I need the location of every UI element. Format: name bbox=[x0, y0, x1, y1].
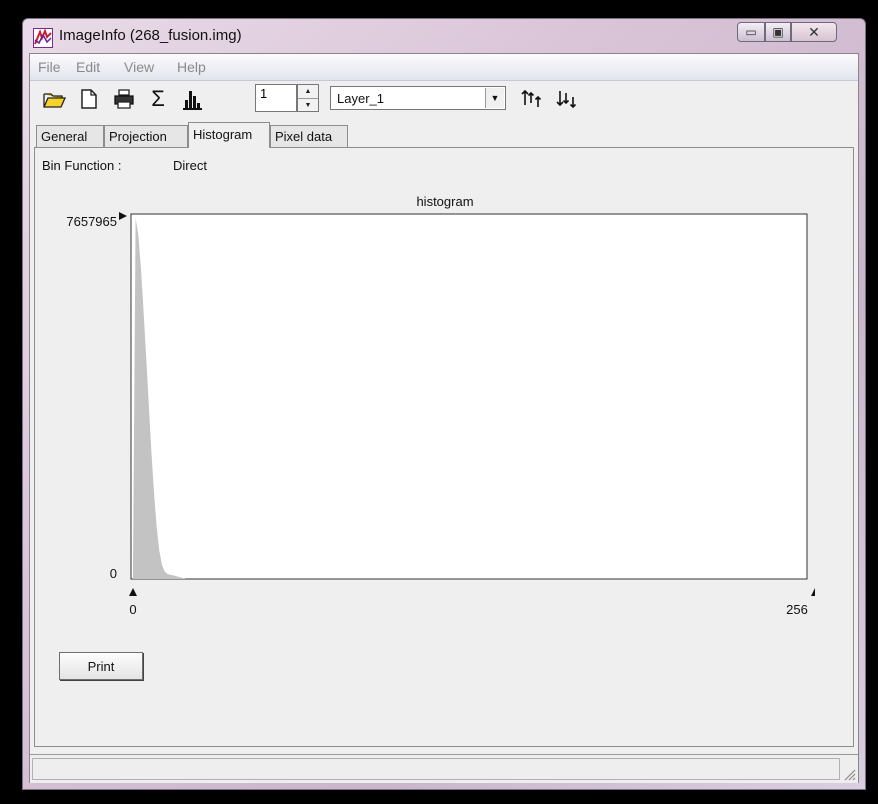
app-window: ImageInfo (268_fusion.img) ▭ ▣ ✕ File Ed… bbox=[22, 18, 866, 790]
tab-projection[interactable]: Projection bbox=[104, 125, 188, 147]
layer-select[interactable]: Layer_1 ▼ bbox=[330, 86, 506, 110]
spin-up-icon[interactable]: ▲ bbox=[298, 85, 318, 99]
histogram-panel: Bin Function : Direct histogram 7657965 … bbox=[34, 147, 854, 747]
y-max-handle-icon[interactable] bbox=[119, 212, 127, 220]
tab-pixel-data[interactable]: Pixel data bbox=[270, 125, 348, 147]
minimize-button[interactable]: ▭ bbox=[737, 22, 765, 42]
layer-select-value: Layer_1 bbox=[337, 91, 384, 106]
new-document-icon[interactable] bbox=[77, 87, 101, 111]
resize-grip-icon[interactable] bbox=[842, 767, 856, 781]
histogram-icon[interactable] bbox=[180, 87, 204, 111]
status-text-field bbox=[32, 758, 840, 780]
spin-down-icon[interactable]: ▼ bbox=[298, 99, 318, 112]
printer-icon[interactable] bbox=[112, 87, 136, 111]
open-folder-icon[interactable] bbox=[42, 87, 67, 111]
layer-spinner[interactable]: ▲ ▼ bbox=[297, 84, 319, 112]
x-min-handle-icon[interactable] bbox=[129, 588, 137, 596]
maximize-button[interactable]: ▣ bbox=[765, 22, 791, 42]
x-max-handle-icon[interactable] bbox=[811, 588, 815, 596]
sigma-icon[interactable]: Σ bbox=[146, 87, 170, 111]
menu-view[interactable]: View bbox=[124, 59, 154, 75]
toolbar: Σ 1 ▲ ▼ Layer_1 ▼ bbox=[30, 81, 858, 117]
y-min-label: 0 bbox=[110, 566, 117, 581]
window-client-area: File Edit View Help Σ 1 ▲ ▼ Layer_1 ▼ Ge… bbox=[29, 53, 859, 783]
chevron-down-icon[interactable]: ▼ bbox=[485, 88, 504, 108]
status-bar bbox=[30, 754, 858, 783]
menu-help[interactable]: Help bbox=[177, 59, 206, 75]
sort-descending-icon[interactable] bbox=[555, 87, 579, 111]
x-max-label: 256 bbox=[786, 602, 808, 617]
close-button[interactable]: ✕ bbox=[791, 22, 837, 42]
tab-general[interactable]: General bbox=[36, 125, 104, 147]
layer-number-input[interactable]: 1 bbox=[255, 84, 297, 112]
sort-ascending-icon[interactable] bbox=[520, 87, 544, 111]
print-button[interactable]: Print bbox=[59, 652, 143, 680]
menu-edit[interactable]: Edit bbox=[76, 59, 100, 75]
window-title: ImageInfo (268_fusion.img) bbox=[59, 27, 242, 44]
app-logo-icon bbox=[33, 28, 53, 48]
histogram-chart: 7657965 0 0 256 bbox=[66, 212, 815, 617]
title-bar[interactable]: ImageInfo (268_fusion.img) ▭ ▣ ✕ bbox=[23, 19, 865, 53]
y-max-label: 7657965 bbox=[66, 214, 117, 229]
plot-area bbox=[130, 213, 808, 580]
menu-bar: File Edit View Help bbox=[30, 54, 858, 81]
tab-histogram[interactable]: Histogram bbox=[188, 122, 270, 148]
menu-file[interactable]: File bbox=[38, 59, 61, 75]
x-min-label: 0 bbox=[129, 602, 136, 617]
